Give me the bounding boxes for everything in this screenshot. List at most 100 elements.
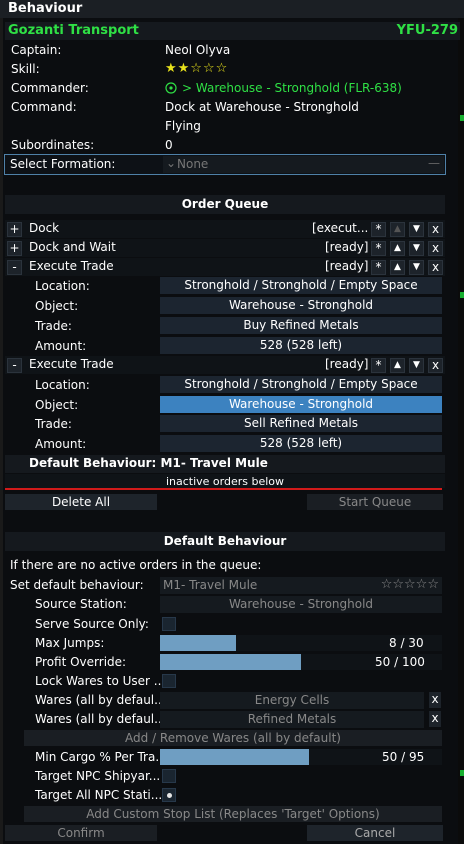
order-status: [execut...: [312, 221, 369, 235]
add-remove-wares-button[interactable]: Add / Remove Wares (all by default): [24, 730, 442, 746]
trade1-amount-row: Amount: 528 (528 left): [5, 337, 460, 356]
commander-value[interactable]: > Warehouse - Stronghold (FLR-638): [182, 81, 402, 95]
object-field-selected[interactable]: Warehouse - Stronghold: [160, 396, 442, 413]
default-behaviour-row: Default Behaviour: M1- Travel Mule: [5, 455, 445, 473]
move-up-button[interactable]: ▲: [390, 358, 405, 373]
amount-field[interactable]: 528 (528 left): [160, 435, 442, 452]
profit-label: Profit Override:: [35, 655, 127, 669]
move-down-button[interactable]: ▼: [409, 260, 424, 275]
profit-slider[interactable]: 50 / 100: [160, 654, 442, 670]
subordinates-value: 0: [165, 138, 173, 152]
cancel-button[interactable]: Cancel: [307, 825, 443, 841]
wares1-field[interactable]: Energy Cells: [160, 692, 424, 709]
serve-source-label: Serve Source Only:: [35, 617, 149, 631]
profit-value: 50 / 100: [375, 655, 425, 669]
lock-wares-label: Lock Wares to User ...: [35, 674, 166, 688]
min-cargo-value: 50 / 95: [382, 750, 425, 764]
order-row-trade-2[interactable]: - Execute Trade [ready] * ▲ ▼ x: [5, 356, 445, 374]
formation-row: Select Formation: ⌄ None —: [4, 154, 446, 175]
target-shipyard-checkbox[interactable]: [162, 769, 176, 783]
location-label: Location:: [35, 378, 90, 392]
set-default-label: Set default behaviour:: [10, 578, 144, 592]
slider-fill: [160, 635, 237, 651]
remove-order-button[interactable]: x: [428, 358, 443, 373]
amount-label: Amount:: [35, 437, 87, 451]
wares1-label: Wares (all by defaul...: [35, 693, 166, 707]
subordinates-label: Subordinates:: [11, 138, 95, 152]
move-up-button[interactable]: ▲: [390, 241, 405, 256]
trade-field[interactable]: Buy Refined Metals: [160, 317, 442, 334]
min-cargo-slider[interactable]: 50 / 95: [160, 749, 442, 765]
min-cargo-label: Min Cargo % Per Tra...: [35, 750, 167, 764]
remove-ware-button[interactable]: x: [429, 711, 441, 727]
move-down-button[interactable]: ▼: [409, 358, 424, 373]
commander-row[interactable]: Commander: > Warehouse - Stronghold (FLR…: [5, 79, 460, 98]
trade-field[interactable]: Sell Refined Metals: [160, 415, 442, 432]
star-button[interactable]: *: [371, 260, 386, 275]
start-queue-button[interactable]: Start Queue: [307, 494, 443, 510]
max-jumps-slider[interactable]: 8 / 30: [160, 635, 442, 651]
trade2-object-row: Object: Warehouse - Stronghold: [5, 396, 460, 415]
location-field[interactable]: Stronghold / Stronghold / Empty Space: [160, 277, 442, 294]
remove-order-button[interactable]: x: [428, 241, 443, 256]
formation-dropdown[interactable]: ⌄ None —: [163, 156, 444, 173]
default-intro: If there are no active orders in the que…: [10, 558, 262, 572]
star-button[interactable]: *: [371, 241, 386, 256]
collapse-button[interactable]: -: [7, 260, 22, 275]
star-button[interactable]: *: [371, 222, 386, 237]
lock-wares-checkbox[interactable]: [162, 674, 176, 688]
wares2-field[interactable]: Refined Metals: [160, 711, 424, 728]
location-field[interactable]: Stronghold / Stronghold / Empty Space: [160, 376, 442, 393]
move-down-button[interactable]: ▼: [409, 241, 424, 256]
serve-source-checkbox[interactable]: [162, 617, 176, 631]
object-field[interactable]: Warehouse - Stronghold: [160, 297, 442, 314]
max-jumps-label: Max Jumps:: [35, 636, 105, 650]
amount-field[interactable]: 528 (528 left): [160, 337, 442, 354]
ship-header: Gozanti Transport YFU-279: [5, 22, 460, 40]
command-row: Command: Dock at Warehouse - Stronghold: [5, 98, 460, 117]
trade1-trade-row: Trade: Buy Refined Metals: [5, 317, 460, 336]
order-row-trade-1[interactable]: - Execute Trade [ready] * ▲ ▼ x: [5, 258, 445, 276]
slider-fill: [160, 749, 310, 765]
order-queue-header: Order Queue: [5, 195, 445, 214]
confirm-button[interactable]: Confirm: [5, 825, 157, 841]
source-station-field[interactable]: Warehouse - Stronghold: [160, 596, 442, 613]
target-shipyard-label: Target NPC Shipyar...: [35, 769, 161, 783]
add-custom-stop-list-button[interactable]: Add Custom Stop List (Replaces 'Target' …: [24, 806, 442, 822]
captain-row: Captain: Neol Olyva: [5, 41, 460, 60]
location-label: Location:: [35, 279, 90, 293]
edge-marker: [460, 292, 464, 298]
remove-order-button[interactable]: x: [428, 260, 443, 275]
object-label: Object:: [35, 398, 79, 412]
rating-stars: ☆☆☆☆☆: [380, 577, 439, 592]
commander-label: Commander:: [11, 81, 89, 95]
remove-order-button[interactable]: x: [428, 222, 443, 237]
order-row-dock[interactable]: + Dock [execut... * ▲ ▼ x: [5, 220, 445, 238]
star-button[interactable]: *: [371, 358, 386, 373]
move-down-button[interactable]: ▼: [409, 222, 424, 237]
move-up-button[interactable]: ▲: [390, 260, 405, 275]
default-behaviour-value: M1- Travel Mule: [163, 578, 258, 592]
order-name: Execute Trade: [29, 357, 114, 371]
collapse-button[interactable]: -: [7, 358, 22, 373]
inactive-note: inactive orders below: [5, 474, 445, 488]
amount-label: Amount:: [35, 339, 87, 353]
trade-label: Trade:: [35, 319, 72, 333]
delete-all-button[interactable]: Delete All: [5, 494, 157, 510]
skill-stars: ★★☆☆☆: [165, 61, 229, 76]
default-behaviour-dropdown[interactable]: M1- Travel Mule ☆☆☆☆☆: [160, 577, 442, 594]
target-all-checkbox[interactable]: [162, 788, 176, 802]
chevron-down-icon: ⌄: [166, 156, 177, 170]
edge-marker: [460, 115, 464, 121]
expand-button[interactable]: +: [7, 241, 22, 256]
order-row-dock-wait[interactable]: + Dock and Wait [ready] * ▲ ▼ x: [5, 239, 445, 257]
trade2-amount-row: Amount: 528 (528 left): [5, 435, 460, 454]
trade2-trade-row: Trade: Sell Refined Metals: [5, 415, 460, 434]
move-up-button[interactable]: ▲: [390, 222, 405, 237]
command-value: Dock at Warehouse - Stronghold: [165, 100, 359, 114]
default-behaviour-text: Default Behaviour: M1- Travel Mule: [29, 456, 268, 470]
captain-label: Captain:: [11, 43, 62, 57]
skill-row: Skill: ★★☆☆☆: [5, 60, 460, 79]
remove-ware-button[interactable]: x: [429, 692, 441, 708]
expand-button[interactable]: +: [7, 222, 22, 237]
